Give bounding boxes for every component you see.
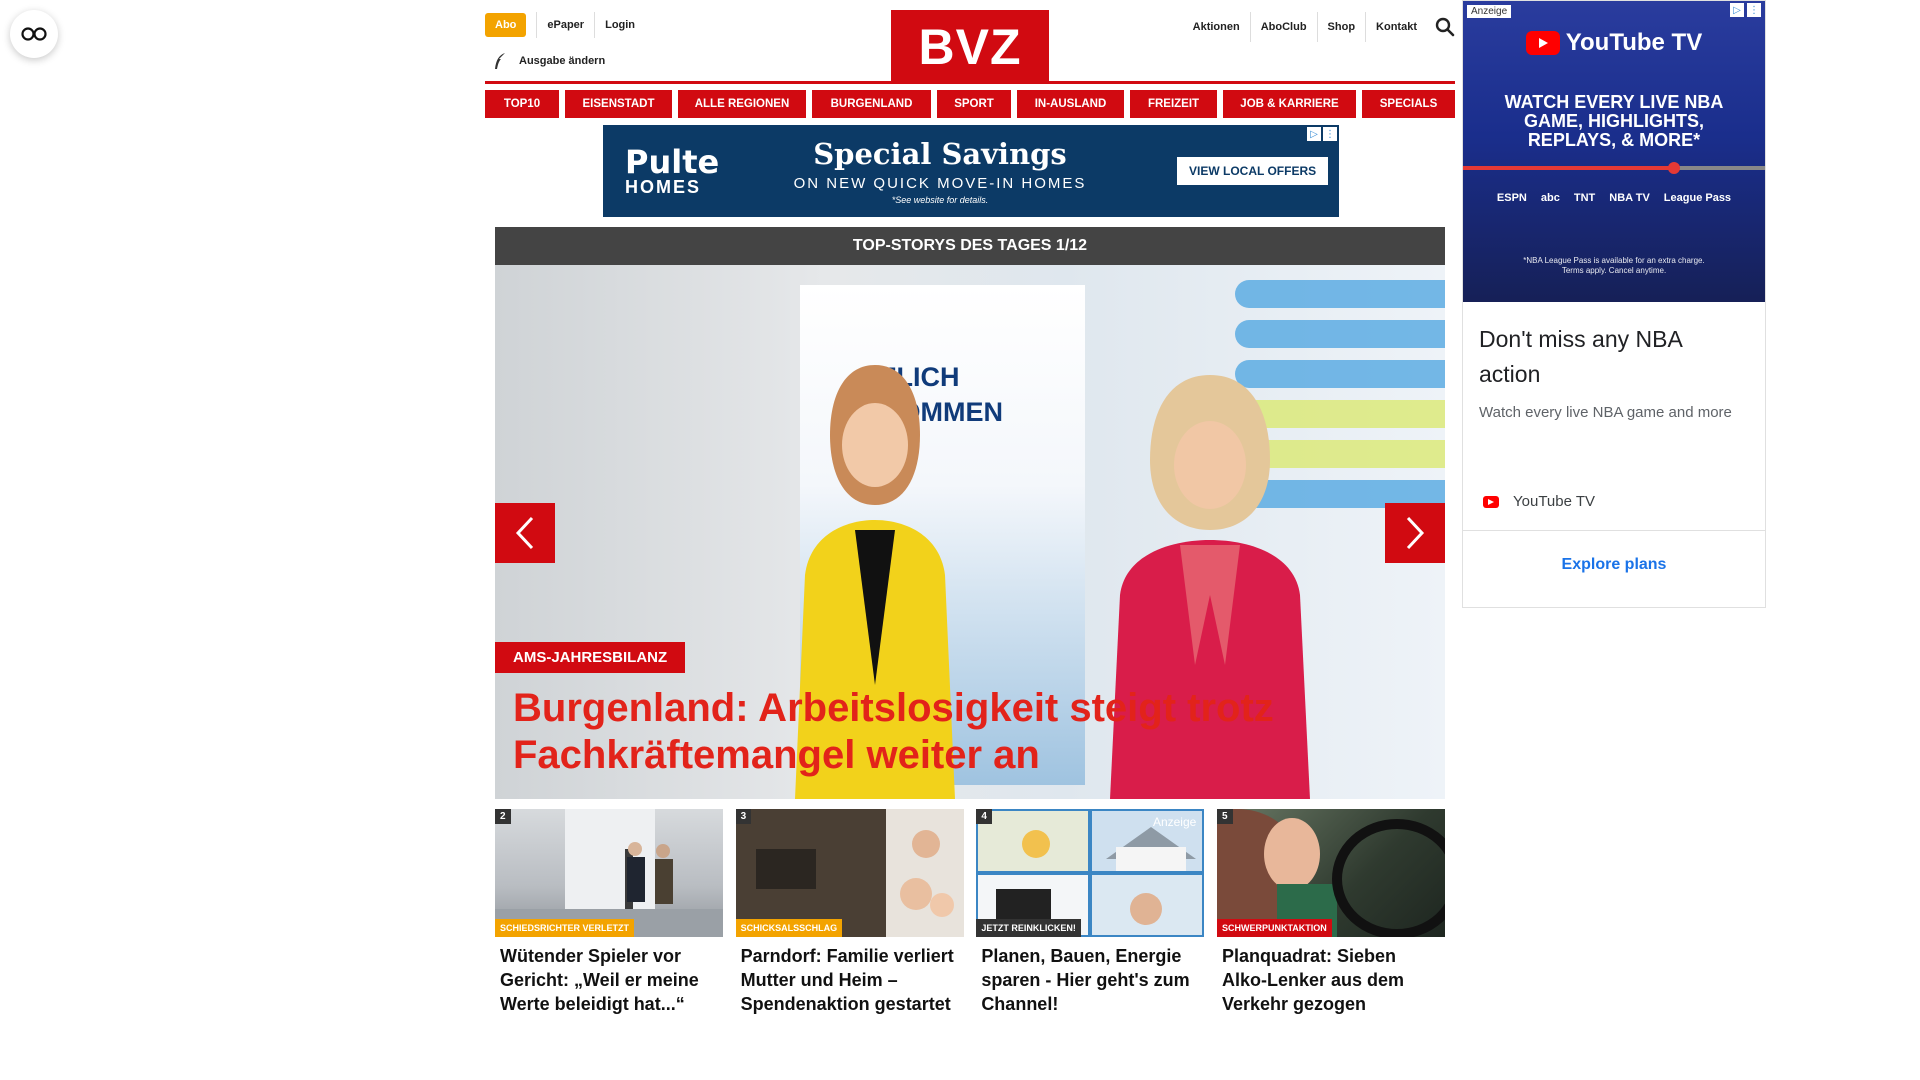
teaser-image-photo bbox=[1216, 809, 1445, 937]
network-logos: ESPN abc TNT NBA TV League Pass bbox=[1463, 192, 1765, 204]
ad-choices[interactable]: ▷ ⋮ bbox=[1307, 127, 1337, 141]
ad-text: Special Savings ON NEW QUICK MOVE-IN HOM… bbox=[725, 137, 1155, 205]
teaser-image[interactable]: 4 Anzeige JETZT REINKLICKEN! bbox=[976, 809, 1205, 937]
chevron-left-icon bbox=[515, 516, 534, 550]
carousel-next-button[interactable] bbox=[1385, 503, 1445, 563]
teaser-title[interactable]: Planen, Bauen, Energie sparen - Hier geh… bbox=[976, 944, 1204, 1016]
teaser-tag: JETZT REINKLICKEN! bbox=[976, 919, 1081, 937]
progress-bar bbox=[1463, 162, 1765, 174]
youtube-tv-ad[interactable]: Anzeige ▷ ⋮ YouTube TV WATCH EVERY LIVE … bbox=[1462, 0, 1766, 608]
fine-print: *NBA League Pass is available for an ext… bbox=[1523, 256, 1705, 275]
ad-choices[interactable]: ▷ ⋮ bbox=[1730, 3, 1761, 17]
bvz-logo[interactable]: BVZ bbox=[891, 10, 1049, 84]
hero-headline[interactable]: Burgenland: Arbeitslosigkeit steigt trot… bbox=[513, 685, 1413, 779]
network-logo: abc bbox=[1540, 192, 1560, 204]
teaser-title[interactable]: Parndorf: Familie verliert Mutter und He… bbox=[736, 944, 964, 1016]
teaser-ad-label: Anzeige bbox=[1152, 815, 1197, 829]
hero-slide[interactable]: ZLICH KOMMEN AMS-JAHRESBILANZ Burgenland… bbox=[495, 265, 1445, 799]
aktionen-link[interactable]: Aktionen bbox=[1183, 12, 1250, 42]
site-container: Abo ePaper Login Ausgabe ändern BVZ Akti… bbox=[485, 0, 1455, 1014]
ad-brand-name: YouTube TV bbox=[1513, 493, 1596, 510]
aboclub-link[interactable]: AboClub bbox=[1249, 12, 1317, 42]
nav-item-top10[interactable]: TOP10 bbox=[485, 90, 559, 118]
teaser-tag: SCHIEDSRICHTER VERLETZT bbox=[495, 919, 635, 937]
abo-button[interactable]: Abo bbox=[485, 13, 527, 37]
ad-menu-icon[interactable]: ⋮ bbox=[1747, 3, 1761, 17]
network-logo: League Pass bbox=[1663, 192, 1732, 204]
teaser-tag: SCHICKSALSSCHLAG bbox=[735, 919, 843, 937]
nav-item-in-ausland[interactable]: IN-AUSLAND bbox=[1017, 90, 1124, 118]
ad-brand[interactable]: YouTube TV bbox=[1479, 493, 1749, 510]
chevron-right-icon bbox=[1406, 516, 1425, 550]
ad-note: *See website for details. bbox=[891, 195, 989, 205]
teaser-number: 2 bbox=[495, 809, 511, 824]
teaser-title[interactable]: Wütender Spieler vor Gericht: „Weil er m… bbox=[495, 944, 723, 1016]
teaser-image-photo bbox=[735, 809, 964, 937]
teaser-card[interactable]: 5 SCHWERPUNKTAKTION Planquadrat: Sieben … bbox=[1216, 809, 1445, 1016]
view-local-offers-button[interactable]: VIEW LOCAL OFFERS bbox=[1177, 157, 1329, 185]
story-teasers: 2 SCHIEDSRICHTER VERLETZT Wütender Spiel… bbox=[495, 809, 1445, 1016]
pulte-homes-ad[interactable]: Pulte HOMES Special Savings ON NEW QUICK… bbox=[603, 125, 1339, 217]
carousel-prev-button[interactable] bbox=[495, 503, 555, 563]
adchoices-icon[interactable]: ▷ bbox=[1307, 127, 1321, 141]
ad-label: Anzeige bbox=[1467, 5, 1512, 18]
pulte-logo: Pulte HOMES bbox=[625, 143, 720, 197]
nav-item-burgenland[interactable]: BURGENLAND bbox=[812, 90, 931, 118]
nav-item-freizeit[interactable]: FREIZEIT bbox=[1130, 90, 1217, 118]
youtube-play-icon bbox=[1525, 31, 1560, 55]
ad-body: Don't miss any NBA action Watch every li… bbox=[1463, 302, 1765, 510]
edition-switch[interactable]: Ausgabe ändern bbox=[493, 52, 605, 70]
carousel-heading: TOP-STORYS DES TAGES 1/12 bbox=[495, 227, 1445, 265]
network-logo: ESPN bbox=[1496, 192, 1527, 204]
nav-item-alle-regionen[interactable]: ALLE REGIONEN bbox=[678, 90, 806, 118]
youtube-tv-banner[interactable]: Anzeige ▷ ⋮ YouTube TV WATCH EVERY LIVE … bbox=[1463, 1, 1765, 302]
ad-description: Watch every live NBA game and more bbox=[1479, 404, 1732, 421]
epaper-link[interactable]: ePaper bbox=[536, 12, 594, 38]
youtube-tv-headline: WATCH EVERY LIVE NBA GAME, HIGHLIGHTS, R… bbox=[1504, 92, 1724, 150]
teaser-image-photo bbox=[495, 809, 723, 937]
teaser-tag: SCHWERPUNKTAKTION bbox=[1216, 919, 1332, 937]
nav-item-specials[interactable]: SPECIALS bbox=[1362, 90, 1455, 118]
feather-pen-icon bbox=[495, 53, 505, 69]
site-header: Abo ePaper Login Ausgabe ändern BVZ Akti… bbox=[485, 0, 1455, 84]
nav-item-sport[interactable]: SPORT bbox=[937, 90, 1011, 118]
explore-plans-button[interactable]: Explore plans bbox=[1463, 531, 1765, 599]
search-icon[interactable] bbox=[1435, 17, 1455, 37]
teaser-card[interactable]: 4 Anzeige JETZT REINKLICKEN! Planen, Bau… bbox=[976, 809, 1205, 1016]
teaser-image[interactable]: 5 SCHWERPUNKTAKTION bbox=[1216, 809, 1445, 937]
kontakt-link[interactable]: Kontakt bbox=[1365, 12, 1427, 42]
ad-close-icon[interactable]: ⋮ bbox=[1323, 127, 1337, 141]
teaser-image[interactable]: 3 SCHICKSALSSCHLAG bbox=[735, 809, 964, 937]
top-right-links: Aktionen AboClub Shop Kontakt bbox=[1183, 12, 1455, 42]
edition-label: Ausgabe ändern bbox=[519, 55, 606, 67]
top-stories-carousel: TOP-STORYS DES TAGES 1/12 ZLICH KOMMEN A… bbox=[495, 227, 1445, 799]
teaser-image[interactable]: 2 SCHIEDSRICHTER VERLETZT bbox=[495, 809, 723, 937]
teaser-card[interactable]: 2 SCHIEDSRICHTER VERLETZT Wütender Spiel… bbox=[495, 809, 723, 1016]
ad-title[interactable]: Don't miss any NBA action bbox=[1479, 322, 1749, 392]
hero-category-tag[interactable]: AMS-JAHRESBILANZ bbox=[495, 642, 686, 673]
network-logo: NBA TV bbox=[1609, 192, 1650, 204]
glasses-icon bbox=[21, 27, 47, 41]
adchoices-icon[interactable]: ▷ bbox=[1730, 3, 1744, 17]
login-link[interactable]: Login bbox=[594, 12, 645, 38]
nav-item-job-karriere[interactable]: JOB & KARRIERE bbox=[1223, 90, 1356, 118]
main-navigation: TOP10 EISENSTADT ALLE REGIONEN BURGENLAN… bbox=[485, 90, 1455, 118]
progress-handle bbox=[1668, 162, 1681, 174]
teaser-number: 4 bbox=[976, 809, 992, 824]
top-left-links: Abo ePaper Login bbox=[485, 12, 645, 38]
ad-subtitle: ON NEW QUICK MOVE-IN HOMES bbox=[793, 175, 1087, 192]
teaser-card[interactable]: 3 SCHICKSALSSCHLAG Parndorf: Familie ver… bbox=[735, 809, 964, 1016]
youtube-icon bbox=[1483, 495, 1499, 508]
teaser-number: 3 bbox=[735, 809, 752, 824]
shop-link[interactable]: Shop bbox=[1316, 12, 1366, 42]
ad-title: Special Savings bbox=[813, 137, 1067, 171]
reader-mode-button[interactable] bbox=[10, 10, 58, 58]
teaser-number: 5 bbox=[1216, 809, 1233, 824]
nav-item-eisenstadt[interactable]: EISENSTADT bbox=[565, 90, 672, 118]
teaser-title[interactable]: Planquadrat: Sieben Alko-Lenker aus dem … bbox=[1217, 944, 1445, 1016]
network-logo: TNT bbox=[1573, 192, 1596, 204]
